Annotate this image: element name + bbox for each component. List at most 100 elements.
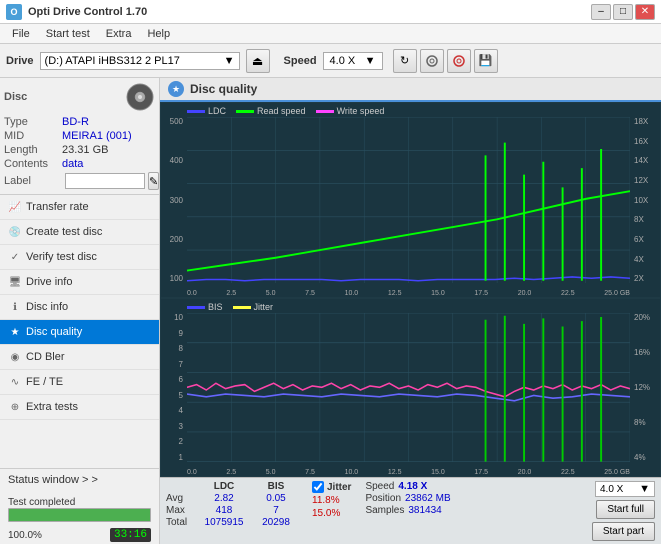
lx-22-5: 22.5: [561, 469, 575, 476]
sidebar-item-disc-quality[interactable]: ★ Disc quality: [0, 320, 159, 345]
bis-legend: BIS: [187, 302, 223, 312]
sidebar-item-drive-info[interactable]: 🖥 Drive info: [0, 270, 159, 295]
jitter-legend: Jitter: [233, 302, 274, 312]
x-7-5: 7.5: [305, 290, 315, 297]
upper-chart-svg: [187, 117, 630, 283]
avg-jitter-val: 11.8%: [312, 495, 340, 506]
ldc-legend: LDC: [187, 106, 226, 116]
disc-quality-icon: ★: [8, 325, 22, 339]
y-right-2x: 2X: [634, 274, 644, 283]
lx-12-5: 12.5: [388, 469, 402, 476]
close-button[interactable]: ✕: [635, 4, 655, 20]
y-lower-left-9: 9: [179, 329, 183, 338]
status-text: Test completed: [8, 497, 151, 508]
y-right-18x: 18X: [634, 117, 648, 126]
lx-25: 25.0 GB: [604, 469, 630, 476]
disc-label-row: Label ✎: [4, 172, 155, 190]
extra-tests-icon: ⊕: [8, 400, 22, 414]
sidebar-item-extra-tests[interactable]: ⊕ Extra tests: [0, 395, 159, 420]
cd-bler-icon: ◉: [8, 350, 22, 364]
sidebar-item-cd-bler[interactable]: ◉ CD Bler: [0, 345, 159, 370]
y-right-8x: 8X: [634, 215, 644, 224]
ldc-legend-label: LDC: [208, 106, 226, 116]
upper-chart-legend: LDC Read speed Write speed: [187, 106, 384, 116]
jitter-checkbox[interactable]: [312, 481, 324, 493]
speed-selector[interactable]: 4.0 X ▼: [323, 52, 383, 70]
x-25: 25.0 GB: [604, 290, 630, 297]
fe-te-icon: ∿: [8, 375, 22, 389]
menu-extra[interactable]: Extra: [98, 27, 140, 41]
upper-x-axis: 0.0 2.5 5.0 7.5 10.0 12.5 15.0 17.5 20.0…: [187, 290, 630, 297]
lower-y-left: 10 9 8 7 6 5 4 3 2 1: [161, 313, 185, 462]
y-lower-left-4: 4: [179, 406, 183, 415]
progress-area: Test completed: [0, 491, 159, 526]
lower-y-right: 20% 16% 12% 8% 4%: [632, 313, 660, 462]
speed-dropdown-val: 4.0 X: [600, 484, 623, 495]
disc-section: Disc Type BD-R MID MEIRA1 (001) Length: [0, 78, 159, 195]
start-full-button[interactable]: Start full: [596, 500, 655, 519]
content-area: ★ Disc quality LDC Read speed: [160, 78, 661, 544]
nav-label-disc-info: Disc info: [26, 301, 68, 313]
charts-area: LDC Read speed Write speed: [160, 102, 661, 477]
max-bis-val: 7: [250, 505, 302, 516]
y-lower-right-16: 16%: [634, 348, 650, 357]
y-lower-left-10: 10: [174, 313, 183, 322]
menu-help[interactable]: Help: [139, 27, 178, 41]
contents-label: Contents: [4, 158, 62, 170]
window-controls: – □ ✕: [591, 4, 655, 20]
drive-selector[interactable]: (D:) ATAPI iHBS312 2 PL17 ▼: [40, 52, 240, 70]
sidebar-item-transfer-rate[interactable]: 📈 Transfer rate: [0, 195, 159, 220]
sidebar-item-create-test-disc[interactable]: 💿 Create test disc: [0, 220, 159, 245]
y-left-400: 400: [170, 156, 183, 165]
lower-x-axis: 0.0 2.5 5.0 7.5 10.0 12.5 15.0 17.5 20.0…: [187, 469, 630, 476]
label-input[interactable]: [65, 173, 145, 189]
sidebar-item-fe-te[interactable]: ∿ FE / TE: [0, 370, 159, 395]
speed-dropdown[interactable]: 4.0 X ▼: [595, 481, 655, 497]
menu-start-test[interactable]: Start test: [38, 27, 98, 41]
y-lower-left-7: 7: [179, 360, 183, 369]
y-lower-left-3: 3: [179, 422, 183, 431]
disc-write-icon[interactable]: [447, 49, 471, 73]
speed-row: Speed 4.18 X: [365, 481, 450, 492]
eject-button[interactable]: ⏏: [246, 49, 270, 73]
y-right-14x: 14X: [634, 156, 648, 165]
y-lower-right-8: 8%: [634, 418, 646, 427]
transfer-rate-icon: 📈: [8, 200, 22, 214]
jitter-legend-color: [233, 306, 251, 309]
menu-file[interactable]: File: [4, 27, 38, 41]
length-label: Length: [4, 144, 62, 156]
sidebar-item-disc-info[interactable]: ℹ Disc info: [0, 295, 159, 320]
status-window-button[interactable]: Status window > >: [0, 469, 159, 491]
max-jitter-row: 15.0%: [312, 507, 351, 519]
nav-label-create-test-disc: Create test disc: [26, 226, 102, 238]
label-label: Label: [4, 175, 62, 187]
jitter-col-header: Jitter: [327, 482, 351, 493]
maximize-button[interactable]: □: [613, 4, 633, 20]
position-val: 23862 MB: [405, 493, 451, 504]
start-part-button[interactable]: Start part: [592, 522, 655, 541]
x-22-5: 22.5: [561, 290, 575, 297]
sidebar-item-verify-test-disc[interactable]: ✓ Verify test disc: [0, 245, 159, 270]
refresh-icon[interactable]: ↻: [393, 49, 417, 73]
minimize-button[interactable]: –: [591, 4, 611, 20]
lx-17-5: 17.5: [474, 469, 488, 476]
disc-quality-panel-icon: ★: [168, 81, 184, 97]
avg-ldc-val: 2.82: [198, 493, 250, 504]
max-row: Max 418 7: [166, 505, 302, 516]
avg-jitter-row: 11.8%: [312, 494, 351, 506]
status-bar: Status window > > Test completed 100.0% …: [0, 468, 159, 544]
lx-5: 5.0: [266, 469, 276, 476]
bis-legend-color: [187, 306, 205, 309]
write-speed-legend-color: [316, 110, 334, 113]
disc-info-table: Type BD-R MID MEIRA1 (001) Length 23.31 …: [4, 116, 155, 190]
stats-buttons: 4.0 X ▼ Start full Start part: [592, 481, 655, 541]
disc-read-icon[interactable]: [420, 49, 444, 73]
stats-jitter: Jitter 11.8% 15.0%: [312, 481, 351, 519]
jitter-header: Jitter: [312, 481, 351, 493]
max-jitter-val: 15.0%: [312, 508, 340, 519]
samples-row: Samples 381434: [365, 505, 450, 516]
progress-bar-fill: [9, 509, 150, 521]
save-icon[interactable]: 💾: [474, 49, 498, 73]
stats-speed-position: Speed 4.18 X Position 23862 MB Samples 3…: [365, 481, 450, 516]
label-edit-button[interactable]: ✎: [148, 172, 159, 190]
